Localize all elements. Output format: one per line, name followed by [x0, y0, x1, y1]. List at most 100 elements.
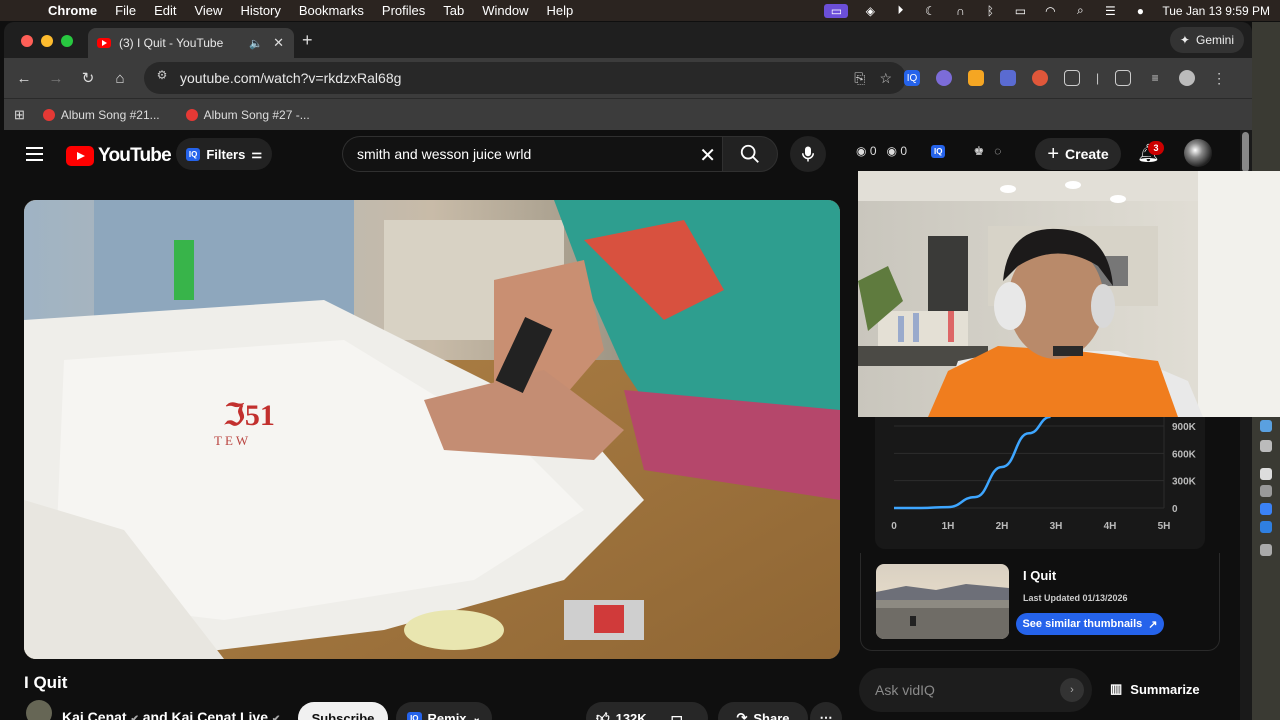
- close-window-icon[interactable]: [21, 35, 33, 47]
- back-icon[interactable]: ←: [8, 70, 40, 87]
- search-button[interactable]: [722, 136, 778, 172]
- video-player[interactable]: ℑ51 T E W: [24, 200, 840, 659]
- home-icon[interactable]: ⌂: [104, 70, 136, 87]
- chrome-menu-icon[interactable]: ⋮: [1211, 70, 1227, 86]
- youtube-logo[interactable]: YouTube: [66, 145, 172, 167]
- profile-icon[interactable]: [1179, 70, 1196, 86]
- tab-search-icon[interactable]: [1115, 70, 1132, 86]
- menu-help[interactable]: Help: [547, 3, 574, 18]
- account-avatar[interactable]: [1184, 139, 1212, 167]
- subscribe-button[interactable]: Subscribe: [298, 702, 388, 720]
- see-similar-thumbnails-button[interactable]: See similar thumbnails ↗: [1016, 613, 1164, 635]
- menu-bookmarks[interactable]: Bookmarks: [299, 3, 364, 18]
- channel-name[interactable]: Kai Cenat: [62, 709, 127, 720]
- bookmark-star-icon[interactable]: ☆: [879, 70, 892, 87]
- gemini-button[interactable]: ✦ Gemini: [1169, 27, 1244, 53]
- zoom-window-icon[interactable]: [61, 35, 73, 47]
- tab-strip: (3) I Quit - YouTube 🔈 ✕ + ✦ Gemini: [4, 22, 1252, 58]
- moon-icon[interactable]: ☾: [922, 4, 938, 18]
- video-thumbnail[interactable]: [876, 564, 1009, 639]
- bookmark-item[interactable]: Album Song #27 -...: [185, 108, 310, 122]
- create-button[interactable]: + Create: [1035, 138, 1121, 170]
- scrollbar-thumb[interactable]: [1242, 132, 1249, 172]
- dock-icon[interactable]: [1260, 440, 1272, 452]
- tab-youtube[interactable]: (3) I Quit - YouTube 🔈 ✕: [88, 28, 294, 58]
- y-tick-label: 300K: [1172, 477, 1197, 488]
- vidiq-views-chart: 0 300K 600K 900K 0 1H 2H 3H 4H 5H: [875, 415, 1205, 549]
- reading-list-icon[interactable]: ≡: [1147, 70, 1163, 86]
- gemini-label: Gemini: [1195, 33, 1234, 47]
- apps-grid-icon[interactable]: ⊞: [14, 107, 25, 123]
- voice-search-button[interactable]: [790, 136, 826, 172]
- menu-profiles[interactable]: Profiles: [382, 3, 425, 18]
- menu-tab[interactable]: Tab: [443, 3, 464, 18]
- tab-close-icon[interactable]: ✕: [273, 35, 284, 51]
- summarize-button[interactable]: ▥ Summarize: [1110, 681, 1200, 697]
- menu-app-chrome[interactable]: Chrome: [48, 3, 97, 18]
- new-tab-icon[interactable]: +: [302, 30, 313, 51]
- screen-record-icon[interactable]: ▭: [824, 3, 849, 18]
- address-bar[interactable]: ⚙ youtube.com/watch?v=rkdzxRal68g ⎘ ☆: [144, 62, 906, 94]
- control-center-icon[interactable]: ☰: [1102, 4, 1118, 18]
- last-updated: Last Updated 01/13/2026: [1023, 593, 1128, 603]
- thumbs-down-icon[interactable]: ▭: [671, 710, 683, 720]
- more-actions-icon[interactable]: ⋯: [810, 702, 842, 720]
- chat-icon[interactable]: ◌: [994, 144, 1001, 158]
- reload-icon[interactable]: ↻: [72, 69, 104, 87]
- vpn-icon[interactable]: ◈: [862, 4, 878, 18]
- dock-icon[interactable]: [1260, 420, 1272, 432]
- bluetooth-icon[interactable]: ᛒ: [982, 4, 998, 18]
- dock-icon[interactable]: [1260, 485, 1272, 497]
- extensions-puzzle-icon[interactable]: [1064, 70, 1080, 86]
- forward-icon[interactable]: →: [40, 70, 72, 87]
- menu-history[interactable]: History: [240, 3, 280, 18]
- plus-icon: +: [1047, 142, 1060, 165]
- channel-names[interactable]: Kai Cenat ✔ and Kai Cenat Live ✔: [62, 709, 280, 720]
- views-counter-b[interactable]: ◉ 0: [887, 144, 908, 158]
- hamburger-menu-icon[interactable]: [26, 147, 43, 165]
- spotlight-icon[interactable]: ⌕: [1072, 3, 1088, 18]
- headphones-icon[interactable]: ∩: [952, 4, 968, 18]
- minimize-window-icon[interactable]: [41, 35, 53, 47]
- clear-search-icon[interactable]: ✕: [699, 143, 716, 168]
- share-button[interactable]: ↷ Share: [718, 702, 808, 720]
- extension-red-icon[interactable]: [1032, 70, 1048, 86]
- send-arrow-icon[interactable]: ›: [1060, 678, 1084, 702]
- site-info-icon[interactable]: ⚙: [152, 68, 172, 88]
- extension-purple-icon[interactable]: [936, 70, 952, 86]
- menu-view[interactable]: View: [194, 3, 222, 18]
- menu-file[interactable]: File: [115, 3, 136, 18]
- filters-button[interactable]: IQ Filters ⚌: [176, 138, 272, 170]
- header-tools: ◉ 0 ◉ 0 IQ ♚ ◌: [856, 144, 1001, 158]
- battery-icon[interactable]: ▭: [1012, 4, 1028, 18]
- dock-icon[interactable]: [1260, 468, 1272, 480]
- views-counter-a[interactable]: ◉ 0: [856, 144, 877, 158]
- bookmark-item[interactable]: Album Song #21...: [42, 108, 160, 122]
- dock-icon[interactable]: [1260, 503, 1272, 515]
- siri-icon[interactable]: ●: [1132, 4, 1148, 18]
- dock-icon[interactable]: [1260, 521, 1272, 533]
- shield-extension-icon[interactable]: [1000, 70, 1016, 86]
- search-input[interactable]: [357, 146, 677, 162]
- menubar-clock[interactable]: Tue Jan 13 9:59 PM: [1162, 4, 1270, 18]
- ask-vidiq-input[interactable]: Ask vidIQ ›: [859, 668, 1092, 712]
- install-app-icon[interactable]: ⎘: [854, 70, 865, 87]
- vidiq-extension-icon[interactable]: IQ: [904, 70, 920, 86]
- book-icon: ▥: [1110, 681, 1123, 696]
- play-icon[interactable]: ⏵: [892, 3, 908, 18]
- channel-avatar[interactable]: [26, 700, 52, 720]
- menu-window[interactable]: Window: [482, 3, 528, 18]
- dock-icon[interactable]: [1260, 544, 1272, 556]
- channel-name-2[interactable]: Kai Cenat Live: [172, 709, 268, 720]
- remix-button[interactable]: IQ Remix ⌄: [396, 702, 492, 720]
- extension-key-icon[interactable]: [968, 70, 984, 86]
- youtube-play-icon: [66, 146, 94, 166]
- tab-audio-icon[interactable]: 🔈: [249, 37, 263, 50]
- menu-edit[interactable]: Edit: [154, 3, 176, 18]
- wifi-icon[interactable]: ◠: [1042, 4, 1058, 18]
- vidiq-toolbar-icon[interactable]: IQ: [931, 144, 946, 158]
- address-url[interactable]: youtube.com/watch?v=rkdzxRal68g: [180, 70, 854, 86]
- counter-value: 0: [900, 144, 908, 158]
- trophy-icon[interactable]: ♚: [973, 144, 984, 158]
- like-button[interactable]: 👍︎ 132K ▭: [586, 702, 708, 720]
